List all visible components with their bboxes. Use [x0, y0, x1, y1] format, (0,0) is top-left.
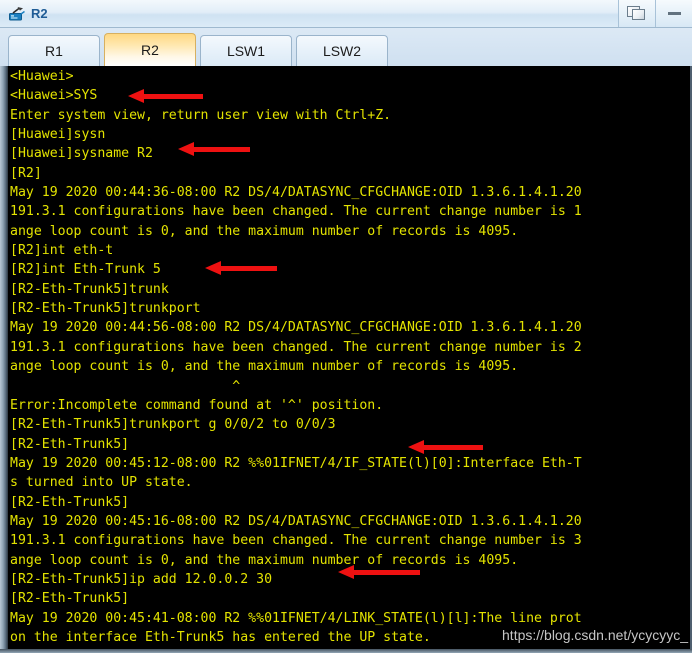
terminal-line: May 19 2020 00:44:56-08:00 R2 DS/4/DATAS… — [10, 320, 582, 336]
terminal-line: ange loop count is 0, and the maximum nu… — [10, 359, 519, 375]
tab-label: LSW1 — [226, 43, 266, 59]
terminal-line: <Huawei> — [10, 69, 74, 84]
terminal-line: s turned into UP state. — [10, 475, 193, 491]
terminal-line: [R2-Eth-Trunk5] — [10, 494, 130, 510]
terminal-line: May 19 2020 00:45:12-08:00 R2 %%01IFNET/… — [10, 455, 582, 471]
minimize-window-button[interactable] — [655, 0, 692, 27]
terminal-line: [R2-Eth-Trunk5]trunkport — [10, 301, 201, 317]
terminal-line: 191.3.1 configurations have been changed… — [10, 204, 582, 220]
terminal-line: [R2-Eth-Trunk5]trunk — [10, 281, 169, 297]
window-controls — [618, 0, 692, 27]
terminal-line: [R2]int eth-t — [10, 243, 114, 259]
terminal-line: May 19 2020 00:44:36-08:00 R2 DS/4/DATAS… — [10, 185, 582, 201]
minimize-icon — [667, 12, 681, 15]
tab-lsw1[interactable]: LSW1 — [200, 35, 292, 66]
window-title: R2 — [31, 6, 48, 21]
terminal-line: Enter system view, return user view with… — [10, 107, 392, 123]
terminal-output: <Huawei> <Huawei>SYS Enter system view, re… — [10, 67, 692, 647]
titlebar-left-group: R2 — [0, 5, 618, 23]
terminal-bottom-bevel — [0, 649, 692, 653]
terminal-line: <Huawei>SYS — [10, 88, 98, 104]
terminal-line: ^ — [10, 378, 241, 394]
terminal-line: May 19 2020 00:45:16-08:00 R2 DS/4/DATAS… — [10, 513, 582, 529]
tab-label: LSW2 — [322, 43, 362, 59]
tab-label: R1 — [45, 43, 63, 59]
emulator-window: R2 R1 R2 LSW1 LSW2 <Huawei> <Huawei>SYS … — [0, 0, 692, 653]
tab-r1[interactable]: R1 — [8, 35, 100, 66]
tab-label: R2 — [141, 42, 159, 58]
terminal-line: Error:Incomplete command found at '^' po… — [10, 397, 384, 413]
cli-terminal[interactable]: <Huawei> <Huawei>SYS Enter system view, re… — [0, 66, 692, 653]
terminal-line: [R2] — [10, 165, 42, 181]
window-titlebar: R2 — [0, 0, 692, 28]
terminal-line: [R2]int Eth-Trunk 5 — [10, 262, 161, 278]
terminal-line: 191.3.1 configurations have been changed… — [10, 339, 582, 355]
tab-r2[interactable]: R2 — [104, 33, 196, 66]
tab-lsw2[interactable]: LSW2 — [296, 35, 388, 66]
terminal-line: May 19 2020 00:45:41-08:00 R2 %%01IFNET/… — [10, 610, 582, 626]
terminal-line: [R2-Eth-Trunk5]ip add 12.0.0.2 30 — [10, 571, 273, 587]
restore-window-button[interactable] — [618, 0, 655, 27]
device-tab-strip: R1 R2 LSW1 LSW2 — [0, 28, 692, 66]
router-device-icon — [8, 5, 26, 23]
terminal-left-bevel — [0, 66, 8, 653]
terminal-line: [Huawei]sysname R2 — [10, 146, 153, 162]
terminal-line: 191.3.1 configurations have been changed… — [10, 533, 582, 549]
terminal-line: ange loop count is 0, and the maximum nu… — [10, 223, 519, 239]
terminal-line: [R2-Eth-Trunk5] — [10, 591, 130, 607]
watermark-text: https://blog.csdn.net/ycycyyc_ — [502, 627, 688, 643]
terminal-line: [R2-Eth-Trunk5] — [10, 436, 130, 452]
terminal-line: [Huawei]sysn — [10, 127, 106, 143]
terminal-line: ange loop count is 0, and the maximum nu… — [10, 552, 519, 568]
terminal-line: [R2-Eth-Trunk5]trunkport g 0/0/2 to 0/0/… — [10, 417, 336, 433]
restore-icon — [627, 5, 647, 22]
